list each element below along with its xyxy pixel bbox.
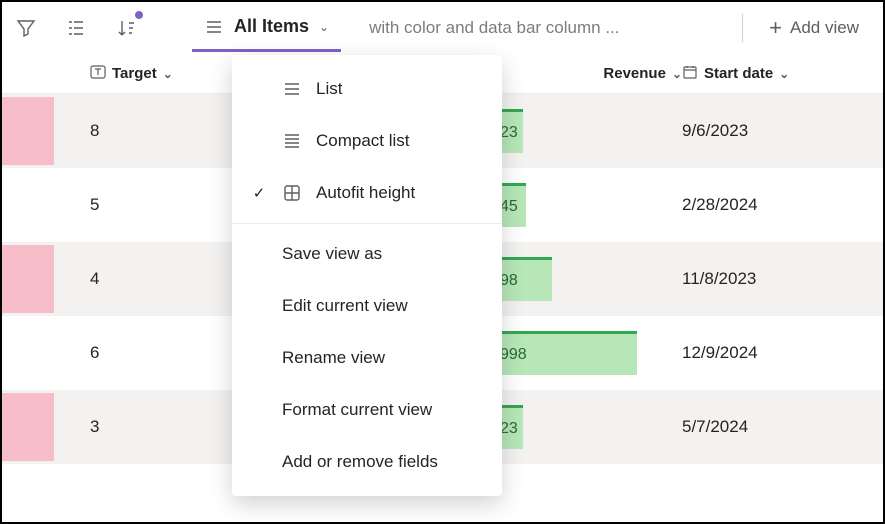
chevron-down-icon: ⌄: [779, 67, 789, 81]
filter-icon[interactable]: [10, 12, 42, 44]
list-icon: [282, 80, 302, 98]
text-column-icon: [90, 64, 106, 84]
color-chip: [2, 97, 54, 165]
menu-label: Add or remove fields: [282, 452, 438, 472]
menu-item-format[interactable]: Format current view: [232, 384, 502, 436]
check-icon: ✓: [250, 184, 268, 202]
view-description: with color and data bar column ...: [369, 18, 716, 38]
view-menu: List Compact list ✓ Autofit height Save …: [232, 55, 502, 496]
date-value: 11/8/2023: [682, 269, 756, 288]
target-value: 6: [90, 343, 99, 362]
color-chip: [2, 319, 54, 387]
menu-label: Format current view: [282, 400, 432, 420]
menu-item-autofit[interactable]: ✓ Autofit height: [232, 167, 502, 219]
column-header-start-date[interactable]: Start date ⌄: [682, 64, 882, 84]
menu-item-list[interactable]: List: [232, 63, 502, 115]
divider: [742, 14, 743, 42]
color-chip: [2, 171, 54, 239]
add-view-button[interactable]: + Add view: [769, 17, 875, 39]
menu-label: Autofit height: [316, 183, 415, 203]
toolbar: All Items ⌄ with color and data bar colu…: [2, 2, 883, 54]
menu-label: Save view as: [282, 244, 382, 264]
target-value: 5: [90, 195, 99, 214]
chevron-down-icon: ⌄: [672, 67, 682, 81]
menu-item-rename[interactable]: Rename view: [232, 332, 502, 384]
view-switcher[interactable]: All Items ⌄: [192, 4, 341, 52]
chevron-down-icon: ⌄: [163, 67, 173, 81]
column-label: Start date: [704, 65, 773, 82]
menu-label: Edit current view: [282, 296, 408, 316]
menu-item-save-as[interactable]: Save view as: [232, 228, 502, 280]
color-chip: [2, 393, 54, 461]
target-value: 8: [90, 121, 99, 140]
plus-icon: +: [769, 17, 782, 39]
calendar-icon: [682, 64, 698, 84]
date-value: 5/7/2024: [682, 417, 748, 436]
add-view-label: Add view: [790, 18, 859, 38]
menu-item-compact[interactable]: Compact list: [232, 115, 502, 167]
list-icon: [204, 17, 224, 37]
date-value: 9/6/2023: [682, 121, 748, 140]
revenue-bar: 23: [492, 109, 662, 153]
column-header-revenue[interactable]: Revenue ⌄: [492, 65, 682, 82]
autofit-icon: [282, 184, 302, 202]
color-chip: [2, 245, 54, 313]
revenue-bar: 998: [492, 331, 662, 375]
sort-icon[interactable]: [110, 12, 142, 44]
revenue-bar: 45: [492, 183, 662, 227]
compact-list-icon: [282, 132, 302, 150]
menu-item-fields[interactable]: Add or remove fields: [232, 436, 502, 488]
chevron-down-icon: ⌄: [319, 20, 329, 34]
column-label: Target: [112, 65, 157, 82]
column-label: Revenue: [603, 65, 666, 82]
menu-separator: [232, 223, 502, 224]
target-value: 3: [90, 417, 99, 436]
date-value: 12/9/2024: [682, 343, 758, 362]
view-label: All Items: [234, 16, 309, 37]
menu-item-edit-current[interactable]: Edit current view: [232, 280, 502, 332]
menu-label: Compact list: [316, 131, 410, 151]
revenue-bar: 23: [492, 405, 662, 449]
date-value: 2/28/2024: [682, 195, 758, 214]
group-icon[interactable]: [60, 12, 92, 44]
menu-label: Rename view: [282, 348, 385, 368]
target-value: 4: [90, 269, 99, 288]
menu-label: List: [316, 79, 342, 99]
revenue-bar: 98: [492, 257, 662, 301]
